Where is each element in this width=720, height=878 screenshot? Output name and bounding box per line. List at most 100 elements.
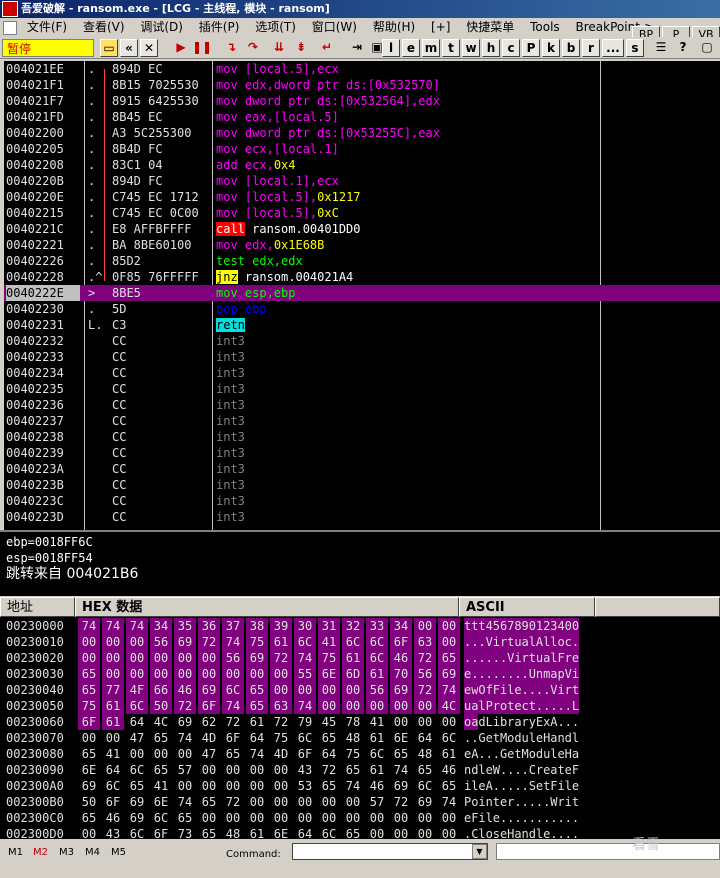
letter-r-button[interactable]: r xyxy=(582,39,600,57)
open-icon[interactable]: ▭ xyxy=(100,39,118,57)
menu-plus[interactable]: [+] xyxy=(425,18,456,37)
disasm-row[interactable]: 0040223B CC int3 xyxy=(4,477,720,493)
disasm-row[interactable]: 00402233 CC int3 xyxy=(4,349,720,365)
menu-shortcut[interactable]: 快捷菜单 xyxy=(460,18,520,37)
menu-file[interactable]: 文件(F) xyxy=(21,18,73,37)
pause-icon[interactable]: ❚❚ xyxy=(192,39,212,57)
dump-header-hex[interactable]: HEX 数据 xyxy=(75,597,459,617)
dump-row[interactable]: 00230040 65 77 4F 66 46 69 6C 65 00 00 00 00 56 69 72 74… xyxy=(0,682,600,698)
letter-m-button[interactable]: m xyxy=(422,39,440,57)
disasm-row[interactable]: 0040221C. E8 AFFBFFFF call ransom.00401DD0 xyxy=(4,221,720,237)
dump-row[interactable]: 00230090 6E 64 6C 65 57 00 00 00 00 43 72 65 61 74 65 46… xyxy=(0,762,600,778)
disasm-row[interactable]: 00402221. BA 8BE60100 mov edx,0x1E68B xyxy=(4,237,720,253)
disasm-row[interactable]: 00402226. 85D2 test edx,edx xyxy=(4,253,720,269)
letter-l-button[interactable]: l xyxy=(382,39,400,57)
go-to-icon[interactable]: ⇥ xyxy=(348,39,366,57)
dump-row[interactable]: 00230020 00 00 00 00 00 00 56 69 72 74 75 61 6C 46 72 65… xyxy=(0,650,600,666)
run-icon[interactable]: ▶ xyxy=(172,39,190,57)
letter-h-button[interactable]: h xyxy=(482,39,500,57)
dump-byte: 00 xyxy=(321,795,337,809)
mem-tab-m2[interactable]: M2 xyxy=(33,847,48,858)
disasm-marker: . xyxy=(88,190,96,204)
mem-tab-m3[interactable]: M3 xyxy=(59,847,74,858)
disasm-row[interactable]: 0040223D CC int3 xyxy=(4,509,720,525)
disasm-row[interactable]: 00402237 CC int3 xyxy=(4,413,720,429)
letter-p-button[interactable]: P xyxy=(522,39,540,57)
disasm-row[interactable]: 0040220B. 894D FC mov [local.1],ecx xyxy=(4,173,720,189)
disasm-row[interactable]: 004021FD. 8B45 EC mov eax,[local.5] xyxy=(4,109,720,125)
dump-row[interactable]: 002300B0 50 6F 69 6E 74 65 72 00 00 00 00 00 57 72 69 74… xyxy=(0,794,600,810)
disasm-row[interactable]: 00402205. 8B4D FC mov ecx,[local.1] xyxy=(4,141,720,157)
list-icon[interactable]: ☰ xyxy=(652,39,670,57)
disasm-row[interactable]: 00402228 .^ 0F85 76FFFFF jnz ransom.004021A… xyxy=(4,269,720,285)
dump-row[interactable]: 00230050 75 61 6C 50 72 6F 74 65 63 74 00 00 00 00 00 4C… xyxy=(0,698,600,714)
mem-tab-m4[interactable]: M4 xyxy=(85,847,100,858)
close-icon[interactable]: ✕ xyxy=(140,39,158,57)
letter-e-button[interactable]: e xyxy=(402,39,420,57)
disassembly-pane[interactable]: 004021EE. 894D EC mov [local.5],ecx 004021F… xyxy=(4,61,720,530)
mem-tab-m1[interactable]: M1 xyxy=(8,847,23,858)
disasm-row[interactable]: 004021EE. 894D EC mov [local.5],ecx xyxy=(4,61,720,77)
dump-row[interactable]: 00230030 65 00 00 00 00 00 00 00 00 55 6E 6D 61 70 56 69… xyxy=(0,666,600,682)
disasm-row[interactable]: 0040223C CC int3 xyxy=(4,493,720,509)
disasm-row[interactable]: 004021F7. 8915 6425530 mov dword ptr ds:[0… xyxy=(4,93,720,109)
letter-k-button[interactable]: k xyxy=(542,39,560,57)
step-over-icon[interactable]: ↷ xyxy=(244,39,262,57)
dump-header-address[interactable]: 地址 xyxy=(0,597,75,617)
disasm-row[interactable]: 00402208. 83C1 04 add ecx,0x4 xyxy=(4,157,720,173)
menu-tools[interactable]: Tools xyxy=(524,18,566,37)
letter-c-button[interactable]: c xyxy=(502,39,520,57)
disasm-row[interactable]: 00402231 L. C3 retn xyxy=(4,317,720,333)
hex-dump-pane[interactable]: 地址 HEX 数据 ASCII 00230000 74 74 74 34 35 36 37 38… xyxy=(0,597,720,841)
trace-over-icon[interactable]: ⇟ xyxy=(292,39,310,57)
mem-tab-m5[interactable]: M5 xyxy=(111,847,126,858)
disasm-row[interactable]: 00402236 CC int3 xyxy=(4,397,720,413)
disasm-row[interactable]: 0040223A CC int3 xyxy=(4,461,720,477)
dump-row[interactable]: 00230010 00 00 00 56 69 72 74 75 61 6C 41 6C 6C 6F 63 00… xyxy=(0,634,600,650)
letter-b-button[interactable]: b xyxy=(562,39,580,57)
ellipsis-button[interactable]: ... xyxy=(602,39,624,57)
execute-till-return-icon[interactable]: ↵ xyxy=(318,39,336,57)
dump-row[interactable]: 00230070 00 00 47 65 74 4D 6F 64 75 6C 65 48 61 6E 64 6C… xyxy=(0,730,600,746)
menu-debug[interactable]: 调试(D) xyxy=(134,18,189,37)
dump-row[interactable]: 00230080 65 41 00 00 00 47 65 74 4D 6F 64 75 6C 65 48 61… xyxy=(0,746,600,762)
restart-icon[interactable]: « xyxy=(120,39,138,57)
dump-byte: 00 xyxy=(177,747,193,761)
chevron-down-icon[interactable]: ▼ xyxy=(472,844,487,859)
command-input[interactable] xyxy=(292,843,488,860)
dump-byte: 50 xyxy=(81,795,97,809)
letter-s-button[interactable]: s xyxy=(626,39,644,57)
disasm-row[interactable]: 00402238 CC int3 xyxy=(4,429,720,445)
menu-window[interactable]: 窗口(W) xyxy=(306,18,363,37)
menu-options[interactable]: 选项(T) xyxy=(249,18,302,37)
disasm-row[interactable]: 00402200. A3 5C255300 mov dword ptr ds:[0x… xyxy=(4,125,720,141)
disasm-row[interactable]: 004021F1. 8B15 7025530 mov edx,dword ptr d… xyxy=(4,77,720,93)
menu-plugins[interactable]: 插件(P) xyxy=(193,18,246,37)
disasm-row[interactable]: 0040220E. C745 EC 1712 mov [local.5],0x121… xyxy=(4,189,720,205)
dump-header-ascii[interactable]: ASCII xyxy=(459,597,595,617)
dump-row[interactable]: 00230060 6F 61 64 4C 69 62 72 61 72 79 45 78 41 00 00 00… xyxy=(0,714,600,730)
disasm-row[interactable]: 00402239 CC int3 xyxy=(4,445,720,461)
help-icon[interactable]: ? xyxy=(674,39,692,57)
dump-byte: 74 xyxy=(441,795,457,809)
disasm-row[interactable]: 00402234 CC int3 xyxy=(4,365,720,381)
window-icon[interactable]: ▢ xyxy=(698,39,716,57)
step-into-icon[interactable]: ↴ xyxy=(222,39,240,57)
disasm-row[interactable]: 00402232 CC int3 xyxy=(4,333,720,349)
disasm-row[interactable]: 0040222E >8BE5 mov esp,ebp xyxy=(4,285,720,301)
letter-w-button[interactable]: w xyxy=(462,39,480,57)
trace-into-icon[interactable]: ⇊ xyxy=(270,39,288,57)
dump-byte: 00 xyxy=(150,666,172,682)
dump-row[interactable]: 002300C0 65 46 69 6C 65 00 00 00 00 00 00 00 00 00 00 00… xyxy=(0,810,600,826)
dump-row[interactable]: 002300A0 69 6C 65 41 00 00 00 00 00 53 65 74 46 69 6C 65… xyxy=(0,778,600,794)
disasm-hex: CC xyxy=(112,350,127,364)
menu-view[interactable]: 查看(V) xyxy=(77,18,131,37)
disasm-row[interactable]: 00402230. 5D pop ebp xyxy=(4,301,720,317)
letter-t-button[interactable]: t xyxy=(442,39,460,57)
disasm-row[interactable]: 00402235 CC int3 xyxy=(4,381,720,397)
disasm-marker: . xyxy=(88,142,96,156)
menu-help[interactable]: 帮助(H) xyxy=(367,18,421,37)
disasm-row[interactable]: 00402215. C745 EC 0C00 mov [local.5],0xC xyxy=(4,205,720,221)
dump-row[interactable]: 00230000 74 74 74 34 35 36 37 38 39 30 31 32 33 34 00 00… xyxy=(0,618,600,634)
dump-address: 00230040 xyxy=(6,683,64,697)
